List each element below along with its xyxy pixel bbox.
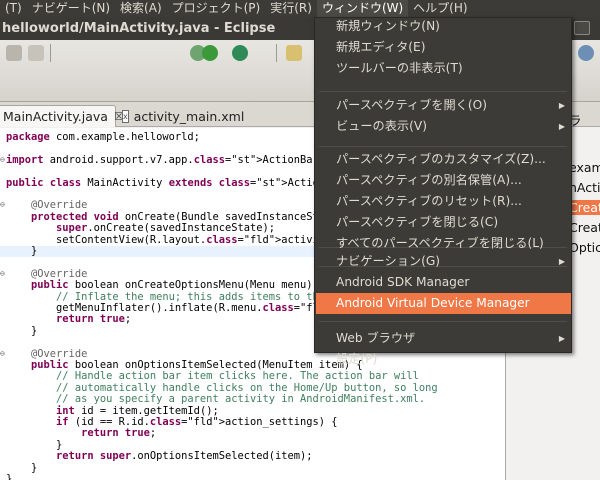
menu-separator [319, 321, 567, 322]
menu-help[interactable]: ヘルプ(H) [408, 0, 472, 17]
tab-label: MainActivity.java [3, 109, 108, 124]
outline-item[interactable]: Optic [569, 240, 600, 255]
menu-item-label: 設定(P) [336, 352, 378, 366]
fold-icon[interactable]: ⊖ [0, 269, 6, 277]
fold-icon[interactable]: ⊖ [0, 201, 6, 209]
menu-item-label: すべてのパースペクティブを閉じる(L) [336, 236, 544, 250]
menu-item-label: ナビゲーション(G) [336, 254, 441, 268]
menu-item[interactable]: 新規ウィンドウ(N) [316, 16, 571, 37]
fold-icon[interactable]: ⊖ [0, 349, 6, 357]
external-tools-icon[interactable] [232, 45, 248, 61]
code-line[interactable]: // as you specify a parent activity in A… [0, 393, 505, 405]
menu-item-label: Android SDK Manager [336, 275, 470, 289]
menu-bar: (T) ナビゲート(N) 検索(A) プロジェクト(P) 実行(R) ウィンドウ… [0, 0, 600, 17]
window-title: helloworld/MainActivity.java - Eclipse [2, 21, 276, 36]
menu-run[interactable]: 実行(R) [265, 0, 317, 17]
window-restore-button[interactable] [574, 21, 590, 35]
code-line[interactable]: return true; [0, 427, 505, 439]
submenu-arrow-icon: ▶ [558, 122, 565, 131]
submenu-arrow-icon: ▶ [558, 334, 565, 343]
menu-item-label: ツールバーの非表示(T) [336, 61, 463, 75]
menu-window-partial[interactable]: (T) [0, 0, 27, 17]
menu-item[interactable]: ビューの表示(V) ▶ [316, 116, 571, 137]
menu-item-label: パースペクティブの別名保管(A)... [336, 173, 522, 187]
window-menu-dropdown: 新規ウィンドウ(N) 新規エディタ(E) ツールバーの非表示(T) パースペクティブを… [314, 16, 572, 366]
menu-search[interactable]: 検索(A) [115, 0, 167, 17]
new-package-icon[interactable] [286, 45, 302, 61]
menu-item-label: パースペクティブを開く(O) [336, 98, 487, 112]
save-icon[interactable] [28, 45, 44, 61]
outline-item-selected[interactable]: Creat [569, 200, 600, 215]
xml-file-icon: x [122, 109, 129, 123]
menu-item[interactable]: ナビゲーション(G) ▶ [316, 251, 571, 272]
outline-item[interactable]: Creat [569, 220, 600, 235]
code-line[interactable]: return super.onOptionsItemSelected(item)… [0, 450, 505, 462]
toolbar-separator [276, 44, 277, 62]
menu-item[interactable]: パースペクティブのリセット(R)... [316, 191, 571, 212]
menu-item[interactable]: パースペクティブを開く(O) ▶ [316, 95, 571, 116]
menu-project[interactable]: プロジェクト(P) [167, 0, 266, 17]
submenu-arrow-icon: ▶ [558, 257, 565, 266]
menu-item[interactable]: 新規エディタ(E) [316, 37, 571, 58]
code-line[interactable]: } [0, 462, 505, 474]
code-line[interactable]: } [0, 473, 505, 480]
menu-item-label: パースペクティブのカスタマイズ(Z)... [336, 152, 546, 166]
menu-item-label: ビューの表示(V) [336, 119, 427, 133]
menu-item-label: Web ブラウザ [336, 331, 416, 345]
menu-item-label: 新規ウィンドウ(N) [336, 19, 440, 33]
menu-item-label: Android Virtual Device Manager [336, 296, 530, 310]
menu-item-label: 新規エディタ(E) [336, 40, 426, 54]
menu-item[interactable]: Android Virtual Device Manager [316, 293, 571, 314]
menu-item-label: パースペクティブを閉じる(C) [336, 215, 499, 229]
run-icon[interactable] [202, 45, 218, 61]
tab-activity-main-xml[interactable]: x activity_main.xml [118, 105, 248, 127]
menu-item[interactable]: パースペクティブの別名保管(A)... [316, 170, 571, 191]
menu-item[interactable]: 設定(P) [316, 349, 571, 370]
outline-item[interactable]: nActiv [569, 180, 600, 195]
menu-item[interactable]: パースペクティブを閉じる(C) [316, 212, 571, 233]
submenu-arrow-icon: ▶ [558, 101, 565, 110]
menu-item[interactable]: パースペクティブのカスタマイズ(Z)... [316, 149, 571, 170]
perspective-icon[interactable] [578, 45, 594, 61]
menu-item[interactable]: ツールバーの非表示(T) [316, 58, 571, 79]
tab-mainactivity[interactable]: MainActivity.java ☒ [0, 105, 124, 127]
menu-separator [319, 146, 567, 147]
menu-window[interactable]: ウィンドウ(W) [316, 0, 409, 17]
fold-icon[interactable]: ⊖ [0, 155, 6, 163]
new-icon[interactable] [6, 45, 22, 61]
menu-item-label: パースペクティブのリセット(R)... [336, 194, 522, 208]
menu-item[interactable]: Android SDK Manager [316, 272, 571, 293]
menu-separator [319, 91, 567, 92]
menu-item[interactable]: Web ブラウザ ▶ [316, 328, 571, 349]
toolbar-separator [50, 44, 51, 62]
tab-label: activity_main.xml [133, 108, 245, 124]
outline-item[interactable]: exam [569, 160, 600, 175]
menu-navigate[interactable]: ナビゲート(N) [27, 0, 115, 17]
